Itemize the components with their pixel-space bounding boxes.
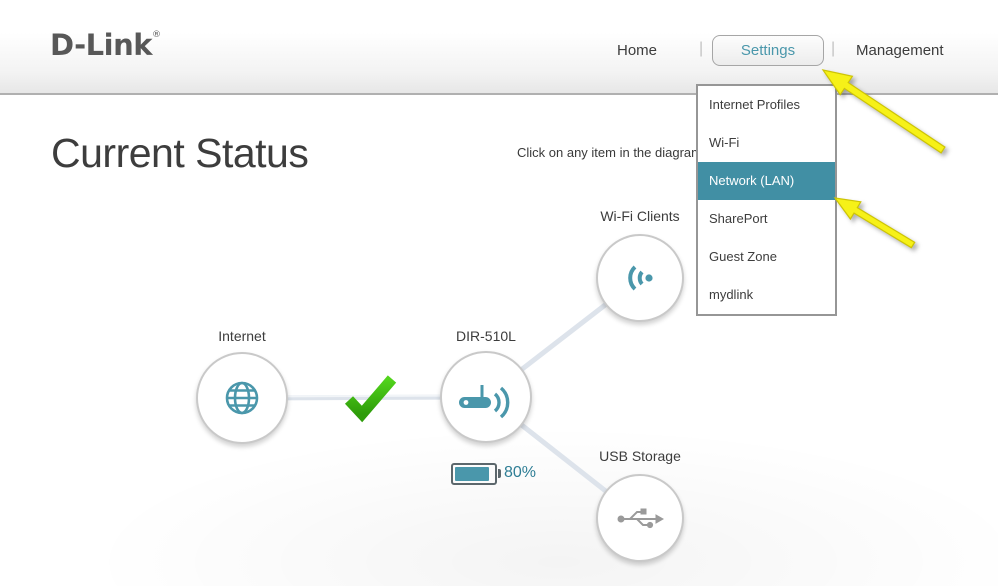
globe-icon (218, 374, 266, 422)
router-icon (457, 375, 515, 419)
wifi-icon (619, 257, 661, 299)
node-label-usb-storage: USB Storage (580, 448, 700, 464)
diagram-node-wifi-clients[interactable] (596, 234, 684, 322)
menu-item-guest-zone[interactable]: Guest Zone (698, 238, 835, 276)
diagram-node-router[interactable] (440, 351, 532, 443)
menu-item-network-lan[interactable]: Network (LAN) (698, 162, 835, 200)
menu-item-wifi[interactable]: Wi-Fi (698, 124, 835, 162)
connected-check-icon (342, 372, 398, 424)
battery-percent: 80% (504, 464, 536, 482)
settings-dropdown-menu: Internet Profiles Wi-Fi Network (LAN) Sh… (696, 84, 837, 316)
node-label-internet: Internet (182, 328, 302, 344)
app-window: D-Link® Home | Settings | Management Cur… (0, 0, 998, 586)
battery-nub (498, 469, 501, 478)
node-label-wifi-clients: Wi-Fi Clients (580, 208, 700, 224)
menu-item-internet-profiles[interactable]: Internet Profiles (698, 86, 835, 124)
menu-item-shareport[interactable]: SharePort (698, 200, 835, 238)
diagram-node-internet[interactable] (196, 352, 288, 444)
battery-fill (455, 467, 489, 481)
menu-item-mydlink[interactable]: mydlink (698, 276, 835, 314)
battery-icon (451, 463, 497, 485)
diagram-connectors (0, 0, 998, 586)
usb-icon (615, 503, 665, 533)
node-label-router: DIR-510L (426, 328, 546, 344)
diagram-node-usb-storage[interactable] (596, 474, 684, 562)
